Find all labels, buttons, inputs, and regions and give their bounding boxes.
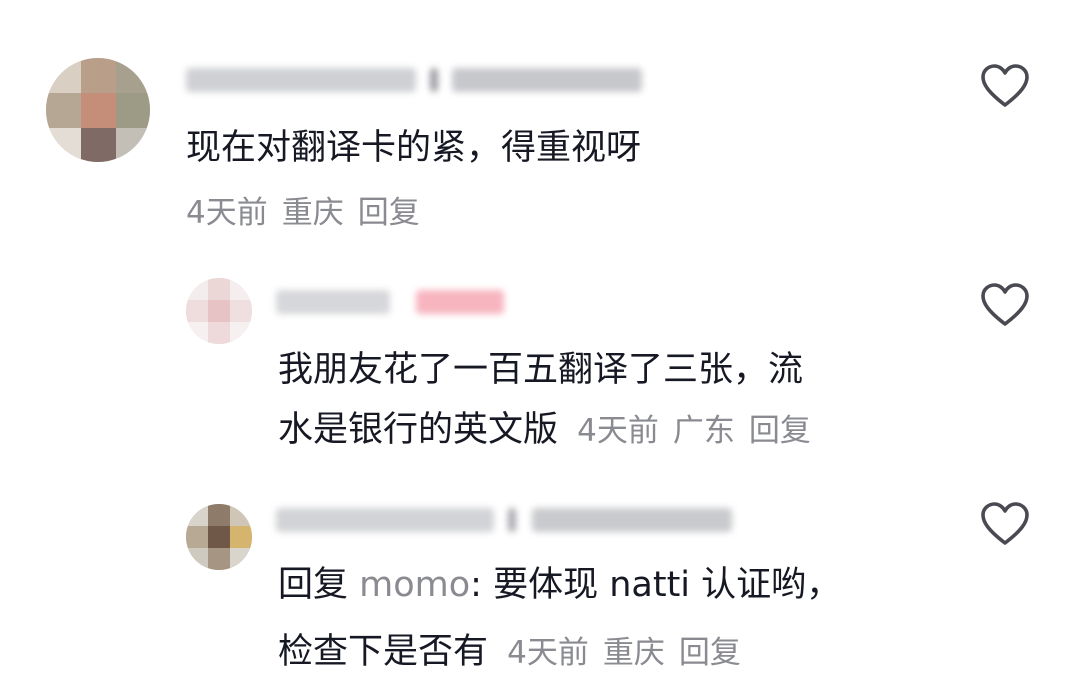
reply-button[interactable]: 回复 (358, 195, 420, 231)
reply-text-line-2: 水是银行的英文版 4天前 广东 回复 (278, 395, 825, 466)
comment-meta: 4天前 重庆 回复 (507, 635, 755, 671)
avatar[interactable] (46, 58, 150, 162)
mention-link[interactable]: momo (359, 565, 470, 605)
reply-text: 水是银行的英文版 (278, 410, 559, 450)
like-button[interactable] (980, 63, 1030, 109)
reply-text-line-1: 回复 momo: 要体现 natti 认证哟， (278, 550, 841, 620)
comment-location: 重庆 (281, 195, 344, 231)
reply-item: 回复 momo: 要体现 natti 认证哟， 检查下是否有 4天前 重庆 回复 (0, 480, 1080, 677)
username-blurred[interactable] (276, 284, 506, 320)
reply-text: : 要体现 natti 认证哟， (470, 565, 842, 605)
heart-outline-icon (981, 502, 1029, 545)
like-button[interactable] (980, 282, 1030, 328)
comment-time: 4天前 (507, 635, 589, 671)
like-button[interactable] (980, 501, 1030, 547)
comment-item: 现在对翻译卡的紧，得重视呀 4天前 重庆 回复 (0, 0, 1080, 250)
avatar[interactable] (186, 504, 252, 570)
username-blurred[interactable] (276, 502, 736, 538)
reply-button[interactable]: 回复 (749, 413, 811, 449)
reply-prefix: 回复 (278, 565, 349, 605)
reply-button[interactable]: 回复 (679, 635, 741, 671)
reply-text: 检查下是否有 (278, 632, 489, 672)
comment-time: 4天前 (577, 413, 659, 449)
heart-outline-icon (981, 64, 1029, 107)
comment-location: 广东 (672, 413, 735, 449)
reply-item: 我朋友花了一百五翻译了三张，流 水是银行的英文版 4天前 广东 回复 (0, 250, 1080, 480)
comment-meta: 4天前 重庆 回复 (186, 178, 434, 248)
avatar[interactable] (186, 278, 252, 344)
comment-text: 现在对翻译卡的紧，得重视呀 (186, 128, 642, 168)
comment-location: 重庆 (602, 635, 665, 671)
username-blurred[interactable] (186, 62, 646, 98)
heart-outline-icon (981, 283, 1029, 326)
comment-meta: 4天前 广东 回复 (577, 413, 825, 449)
reply-text-line-2: 检查下是否有 4天前 重庆 回复 (278, 617, 755, 688)
comment-time: 4天前 (186, 195, 268, 231)
